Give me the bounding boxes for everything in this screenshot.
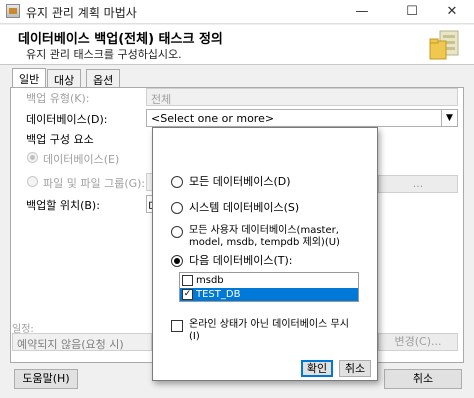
radio-these-databases-label[interactable]: 다음 데이터베이스(T): — [189, 255, 292, 267]
radio-system-databases[interactable] — [171, 202, 183, 214]
databases-combo[interactable]: <Select one or more> ▼ — [146, 109, 458, 127]
radio-system-databases-label[interactable]: 시스템 데이터베이스(S) — [189, 202, 299, 214]
backup-component-label: 백업 구성 요소 — [26, 133, 94, 146]
database-checkbox[interactable]: ✓ — [182, 289, 193, 300]
tab-destination[interactable]: 대상 — [47, 69, 82, 87]
radio-user-databases-label-line1[interactable]: 모든 사용자 데이터베이스(master, — [189, 225, 339, 237]
databases-label: 데이터베이스(D): — [26, 113, 108, 126]
databases-value: <Select one or more> — [151, 112, 275, 125]
browse-files-button: ... — [378, 175, 458, 193]
wizard-app-icon — [6, 4, 20, 18]
ignore-offline-label-line2[interactable]: (I) — [189, 331, 200, 343]
close-button[interactable]: ✕ — [430, 0, 474, 24]
database-name: TEST_DB — [196, 289, 241, 300]
wizard-header: 데이터베이스 백업(전체) 태스크 정의 유지 관리 태스크를 구성하십시오. — [0, 25, 474, 65]
radio-database — [27, 152, 38, 163]
ignore-offline-label-line1[interactable]: 온라인 상태가 아닌 데이터베이스 무시 — [189, 319, 349, 331]
radio-user-databases-label-line2[interactable]: model, msdb, tempdb 제외)(U) — [189, 237, 340, 249]
change-schedule-button: 변경(C)... — [378, 333, 458, 351]
radio-all-databases[interactable] — [171, 176, 183, 188]
list-item[interactable]: msdb — [180, 274, 358, 287]
title-bar: 유지 관리 계획 마법사 — ☐ ✕ — [0, 0, 474, 24]
page-subtitle: 유지 관리 태스크를 구성하십시오. — [26, 48, 182, 61]
tab-general[interactable]: 일반 — [12, 68, 47, 88]
popup-cancel-button[interactable]: 취소 — [339, 360, 371, 377]
database-name: msdb — [196, 275, 224, 286]
database-list[interactable]: msdb ✓ TEST_DB — [179, 272, 359, 302]
tab-options[interactable]: 옵션 — [86, 69, 121, 87]
radio-all-databases-label[interactable]: 모든 데이터베이스(D) — [189, 176, 291, 188]
radio-files-label: 파일 및 파일 그룹(G): — [43, 177, 146, 190]
radio-these-databases[interactable] — [171, 255, 183, 267]
database-selection-popup: 모든 데이터베이스(D) 시스템 데이터베이스(S) 모든 사용자 데이터베이스… — [152, 127, 378, 381]
radio-database-label: 데이터베이스(E) — [43, 153, 120, 166]
ignore-offline-checkbox[interactable] — [171, 320, 183, 332]
backup-type-value: 전체 — [151, 93, 172, 106]
schedule-value: 예약되지 않음(요청 시) — [17, 338, 124, 351]
schedule-field: 예약되지 않음(요청 시) — [12, 333, 152, 351]
maximize-button[interactable]: ☐ — [390, 0, 434, 24]
list-item[interactable]: ✓ TEST_DB — [180, 288, 358, 301]
radio-user-databases[interactable] — [171, 226, 183, 238]
folders-wizard-icon — [429, 30, 459, 60]
backup-type-combo: 전체 — [146, 88, 458, 106]
help-button[interactable]: 도움말(H) — [14, 369, 78, 389]
ok-button[interactable]: 확인 — [301, 360, 333, 377]
window-title: 유지 관리 계획 마법사 — [26, 6, 137, 20]
database-checkbox[interactable] — [182, 275, 193, 286]
cancel-button[interactable]: 취소 — [384, 369, 462, 389]
backup-type-label: 백업 유형(K): — [26, 92, 90, 105]
backup-to-label: 백업할 위치(B): — [26, 199, 100, 212]
chevron-down-icon[interactable]: ▼ — [441, 110, 457, 126]
minimize-button[interactable]: — — [340, 0, 384, 24]
page-title: 데이터베이스 백업(전체) 태스크 정의 — [18, 32, 223, 47]
radio-files — [27, 176, 38, 187]
